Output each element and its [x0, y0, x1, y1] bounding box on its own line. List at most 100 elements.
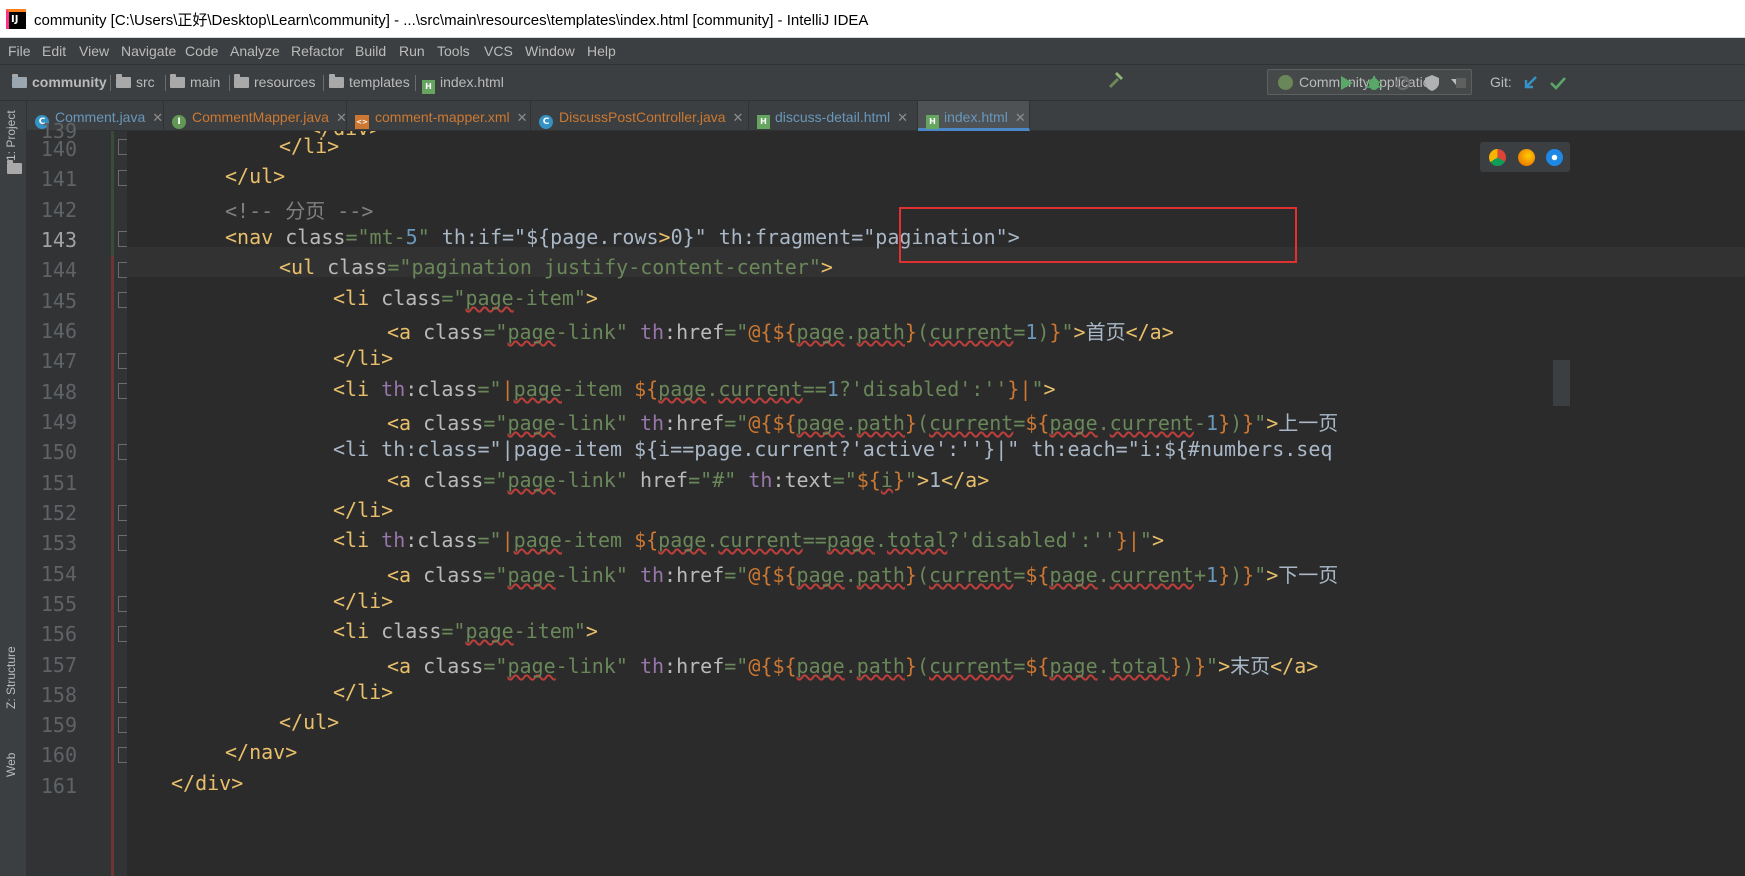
line-number-current: 143	[40, 228, 77, 252]
line-number: 151	[40, 471, 77, 495]
debug-icon[interactable]	[1365, 74, 1383, 92]
project-folder-icon	[12, 74, 27, 88]
structure-tool-window-button[interactable]: Z: Structure	[4, 646, 18, 709]
line-number: 145	[40, 289, 77, 313]
menu-tools[interactable]: Tools	[437, 43, 470, 59]
breadcrumb-main[interactable]: main	[170, 74, 220, 94]
menu-edit[interactable]: Edit	[42, 43, 66, 59]
title-bar: IJ community [C:\Users\正好\Desktop\Learn\…	[0, 0, 1745, 38]
safari-icon[interactable]	[1546, 149, 1563, 166]
line-number: 153	[40, 531, 77, 555]
class-icon: C	[539, 115, 553, 129]
code-line-154[interactable]: <a class="page-link" th:href="@{${page.p…	[387, 559, 1338, 589]
close-icon[interactable]: ✕	[1015, 110, 1026, 125]
close-icon[interactable]: ✕	[897, 110, 908, 125]
vcs-commit-icon[interactable]	[1549, 74, 1567, 92]
run-icon[interactable]	[1337, 74, 1355, 92]
editor-scrollbar-marker[interactable]	[1553, 360, 1570, 406]
profiler-icon[interactable]	[1394, 74, 1412, 92]
code-line-145[interactable]: <li class="page-item">	[333, 286, 598, 316]
tab-discusspostcontroller-java[interactable]: C DiscussPostController.java ✕	[531, 101, 749, 131]
interface-icon: I	[172, 115, 186, 129]
resources-folder-icon	[234, 74, 249, 88]
menu-build[interactable]: Build	[355, 43, 386, 59]
code-line-152[interactable]: </li>	[333, 498, 393, 528]
web-tool-window-button[interactable]: Web	[4, 753, 18, 777]
menu-code[interactable]: Code	[185, 43, 218, 59]
ide-window: IJ community [C:\Users\正好\Desktop\Learn\…	[0, 0, 1745, 876]
vcs-change-marker	[111, 131, 114, 256]
code-line-161[interactable]: </div>	[171, 771, 243, 801]
menu-file[interactable]: File	[8, 43, 31, 59]
code-line-149[interactable]: <a class="page-link" th:href="@{${page.p…	[387, 407, 1338, 437]
firefox-icon[interactable]	[1518, 149, 1535, 166]
menu-view[interactable]: View	[79, 43, 109, 59]
menu-help[interactable]: Help	[587, 43, 616, 59]
intellij-idea-icon: IJ	[6, 9, 26, 29]
menu-vcs[interactable]: VCS	[484, 43, 513, 59]
line-number: 159	[40, 713, 77, 737]
menu-navigate[interactable]: Navigate	[121, 43, 176, 59]
line-number: 150	[40, 440, 77, 464]
line-number: 152	[40, 501, 77, 525]
line-number: 157	[40, 653, 77, 677]
folder-icon	[329, 74, 344, 88]
code-line-150[interactable]: <li th:class="|page-item ${i==page.curre…	[333, 437, 1332, 467]
tab-index-html[interactable]: Hindex.html ✕	[918, 101, 1030, 131]
line-number: 149	[40, 410, 77, 434]
code-line-157[interactable]: <a class="page-link" th:href="@{${page.p…	[387, 650, 1318, 680]
breadcrumb-separator	[103, 75, 111, 91]
menu-analyze[interactable]: Analyze	[230, 43, 280, 59]
menu-bar: File Edit View Navigate Code Analyze Ref…	[0, 38, 1745, 65]
line-number: 154	[40, 562, 77, 586]
line-number: 158	[40, 683, 77, 707]
line-number: 160	[40, 743, 77, 767]
code-line-160[interactable]: </nav>	[225, 740, 297, 770]
close-icon[interactable]: ✕	[733, 110, 744, 125]
stop-icon[interactable]	[1452, 74, 1470, 92]
annotation-highlight-box	[899, 207, 1297, 263]
line-number: 140	[40, 137, 77, 161]
close-icon[interactable]: ✕	[517, 110, 528, 125]
code-line-151[interactable]: <a class="page-link" href="#" th:text="$…	[387, 468, 989, 498]
code-line-142[interactable]: <!-- 分页 -->	[225, 195, 373, 225]
tab-commentmapper-java[interactable]: I CommentMapper.java ✕	[164, 101, 347, 131]
code-line-144[interactable]: <ul class="pagination justify-content-ce…	[279, 255, 833, 285]
breadcrumb-separator	[158, 75, 166, 91]
code-line-148[interactable]: <li th:class="|page-item ${page.current=…	[333, 377, 1056, 407]
close-icon[interactable]: ✕	[152, 110, 163, 125]
code-line-153[interactable]: <li th:class="|page-item ${page.current=…	[333, 528, 1164, 558]
coverage-icon[interactable]	[1423, 74, 1441, 92]
code-line-146[interactable]: <a class="page-link" th:href="@{${page.p…	[387, 316, 1174, 346]
menu-run[interactable]: Run	[399, 43, 425, 59]
code-line-147[interactable]: </li>	[333, 346, 393, 376]
breadcrumb-src[interactable]: src	[116, 74, 155, 94]
html-file-icon: H	[422, 80, 435, 94]
build-hammer-icon[interactable]	[1106, 71, 1124, 89]
code-line-141[interactable]: </ul>	[225, 164, 285, 194]
menu-window[interactable]: Window	[525, 43, 575, 59]
chrome-icon[interactable]	[1489, 149, 1506, 166]
project-icon	[7, 160, 22, 174]
line-number: 146	[40, 319, 77, 343]
breadcrumb-templates[interactable]: templates	[329, 74, 410, 94]
project-tool-window-button[interactable]: 1: Project	[4, 110, 18, 161]
code-line-156[interactable]: <li class="page-item">	[333, 619, 598, 649]
line-number: 147	[40, 349, 77, 373]
tab-discuss-detail-html[interactable]: Hdiscuss-detail.html ✕	[749, 101, 918, 131]
breadcrumb-resources[interactable]: resources	[234, 74, 315, 94]
breadcrumb-community[interactable]: community	[12, 74, 107, 94]
code-line-159[interactable]: </ul>	[279, 710, 339, 740]
breadcrumb-index-html[interactable]: Hindex.html	[422, 74, 504, 94]
line-number: 161	[40, 774, 77, 798]
tab-comment-mapper-xml[interactable]: <> comment-mapper.xml ✕	[347, 101, 531, 131]
code-line-155[interactable]: </li>	[333, 589, 393, 619]
line-number: 156	[40, 622, 77, 646]
vcs-update-icon[interactable]	[1522, 74, 1540, 92]
code-line-140[interactable]: </li>	[279, 134, 339, 164]
close-icon[interactable]: ✕	[336, 110, 347, 125]
menu-refactor[interactable]: Refactor	[291, 43, 344, 59]
code-line-158[interactable]: </li>	[333, 680, 393, 710]
spring-boot-icon	[1278, 75, 1293, 90]
html-file-icon: H	[926, 115, 939, 129]
